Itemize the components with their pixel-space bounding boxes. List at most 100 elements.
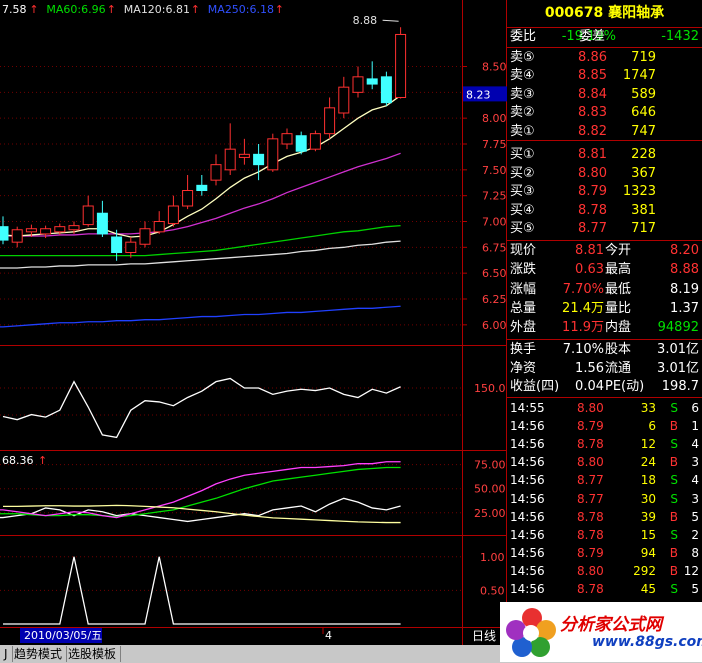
quote-label-2: 内盘 [605,320,632,336]
price-axis-label: 7.75 [482,138,507,151]
quote-value: 21.4万 [562,300,604,316]
price-axis-label: 8.50 [482,61,507,74]
candle [196,175,208,196]
buy-row: 买⑤ 8.77 717 [507,220,702,238]
sell-label: 卖③ [510,86,535,102]
tick-time: 14:56 [510,491,545,506]
quote-panel: 000678 襄阳轴承 委比 -19.19% 委差 -1432 卖⑤ 8.86 71… [507,0,702,645]
candle-body [309,133,321,150]
tick-volume: 24 [640,455,656,470]
fundamental-label-2: PE(动) [605,379,645,394]
tick-time: 14:55 [510,401,545,415]
tick-row: 14:56 8.80 24 B 3 [507,453,702,471]
tick-volume: 33 [640,401,656,415]
tick-time: 14:56 [510,509,545,524]
tick-row: 14:56 8.78 12 S 4 [507,435,702,453]
quote-label-2: 最低 [605,281,632,297]
tick-time: 14:56 [510,582,545,596]
quote-value-2: 94892 [657,320,699,336]
candle-body [395,33,407,98]
tick-row: 14:56 8.77 18 S 4 [507,471,702,489]
tick-row: 14:56 8.77 30 S 3 [507,490,702,508]
pane-separator [0,450,507,451]
tick-count: 3 [691,455,699,470]
tick-count: 2 [691,527,699,542]
quote-label: 涨跌 [510,262,537,278]
price-axis-label: 7.50 [482,164,507,177]
buy-row: 买① 8.81 228 [507,146,702,164]
candle [238,138,250,165]
kline-chart[interactable]: 8.508.258.007.757.507.257.006.756.506.25… [0,0,507,645]
sell-volume: 646 [631,105,656,121]
quote-label: 涨幅 [510,281,537,297]
tab-trend-mode[interactable]: 趋势模式 [10,646,68,662]
tick-price: 8.79 [577,419,604,434]
candle [182,175,194,210]
sell-volume: 747 [631,123,656,139]
kdj-axis-label: 25.00 [474,507,506,520]
tick-count: 5 [691,509,699,524]
candle [11,226,23,248]
candle-body [125,241,137,254]
fundamental-label: 净资 [510,360,537,376]
tab-stock-template[interactable]: 选股模板 [64,646,122,662]
candle-body [182,190,194,207]
tick-price: 8.80 [577,401,604,415]
sub3-axis-label: 0.50 [480,584,505,597]
candle [167,195,179,227]
tick-count: 12 [683,563,699,578]
tick-side: S [670,473,678,488]
tick-count: 6 [691,401,699,415]
sell-price: 8.83 [578,105,607,121]
candle [309,130,321,152]
buy-label: 买⑤ [510,221,535,237]
tick-volume: 12 [640,437,656,452]
tick-time: 14:56 [510,545,545,560]
sell-price: 8.86 [578,50,607,65]
sell-label: 卖⑤ [510,50,535,65]
tick-side: S [670,401,678,415]
tick-row: 14:56 8.78 15 S 2 [507,526,702,544]
quote-label-2: 最高 [605,262,632,278]
tick-volume: 6 [648,419,656,434]
tick-side: B [669,545,678,560]
sell-price: 8.84 [578,86,607,102]
buy-price: 8.81 [578,147,607,162]
candle-body [352,76,364,93]
candle-body [267,138,279,171]
candle-body [139,228,151,245]
price-axis-label: 6.00 [482,319,507,332]
wei-cha-value: -1432 [661,29,699,44]
quote-value-2: 1.37 [670,300,699,316]
candle-body [96,212,108,235]
candle-body [0,226,9,241]
kdj-k-line [0,461,401,519]
tick-side: B [669,509,678,524]
candle-body [54,226,66,233]
fundamental-row: 收益(四) 0.04 PE(动) 198.7 [507,378,702,396]
candle-body [11,229,23,243]
quote-row: 外盘 11.9万 内盘 94892 [507,319,702,337]
candle-body [324,107,336,135]
axis-separator [0,627,507,628]
candle-body [68,225,80,231]
tick-side: S [670,491,678,506]
logo-url: www.88gs.com [592,634,702,650]
logo-title: 分析家公式网 [560,615,662,635]
tick-time: 14:56 [510,455,545,470]
candle-body [111,236,123,253]
buy-label: 买② [510,165,535,181]
tick-time: 14:56 [510,563,545,578]
candle-body [338,86,350,114]
candle [96,200,108,237]
quote-label: 现价 [510,243,537,258]
tick-side: B [669,455,678,470]
price-axis-label: 6.75 [482,241,507,254]
buy-row: 买③ 8.79 1323 [507,183,702,201]
fundamental-value-2: 198.7 [661,379,699,394]
tick-price: 8.77 [577,491,604,506]
candle [125,237,137,258]
candle-body [25,228,37,233]
ma-legend-item: 7.58 [2,3,27,16]
fundamental-row: 净资 1.56 流通 3.01亿 [507,360,702,378]
